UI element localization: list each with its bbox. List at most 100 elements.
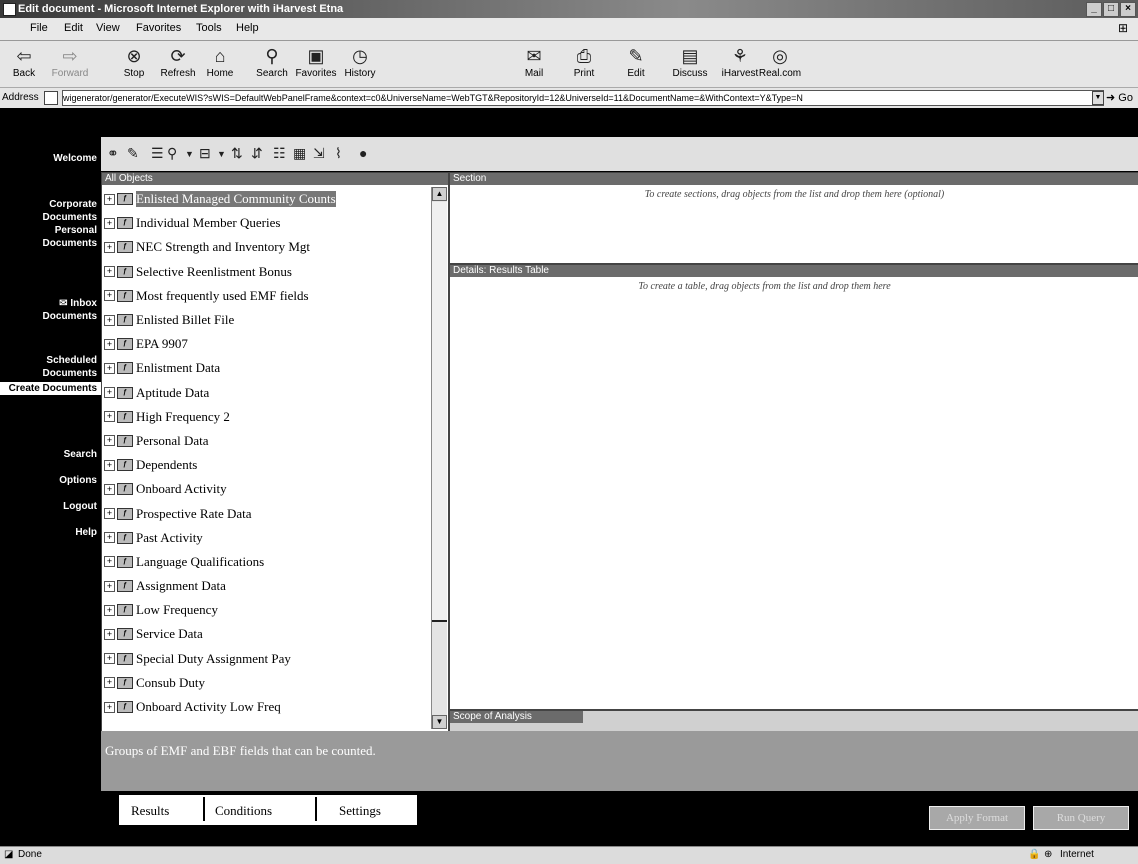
expand-icon[interactable]: + [104,580,115,592]
expand-icon[interactable]: + [104,628,115,640]
pencil-icon[interactable]: ✎ [127,145,139,162]
section-panel[interactable]: Section To create sections, drag objects… [449,172,1138,264]
object-class-item[interactable]: + ƒ Enlisted Managed Community Counts [104,187,424,211]
expand-icon[interactable]: + [104,241,115,253]
object-class-item[interactable]: + ƒ Enlistment Data [104,356,424,380]
object-class-item[interactable]: + ƒ Most frequently used EMF fields [104,284,424,308]
expand-icon[interactable]: + [104,459,115,471]
search-button[interactable]: ⚲ Search [250,44,294,80]
objects-scrollbar[interactable]: ▲ ▼ [431,187,447,729]
object-class-item[interactable]: + ƒ Onboard Activity [104,477,424,501]
object-class-item[interactable]: + ƒ Dependents [104,453,424,477]
break-icon[interactable]: ⌇ [335,145,342,162]
nav-welcome[interactable]: Welcome [53,152,97,165]
nav-create-documents[interactable]: Create Documents [0,382,101,395]
zoom-icon[interactable]: ⚲ [167,145,177,162]
object-class-item[interactable]: + ƒ High Frequency 2 [104,405,424,429]
dropdown-icon[interactable]: ▼ [185,149,194,159]
nav-logout[interactable]: Logout [63,500,97,513]
nav-search[interactable]: Search [64,448,97,461]
nav-help[interactable]: Help [75,526,97,539]
stop-button[interactable]: ⊗ Stop [112,44,156,80]
expand-icon[interactable]: + [104,483,115,495]
expand-icon[interactable]: + [104,338,115,350]
menu-help[interactable]: Help [236,22,259,34]
object-icon[interactable]: ⚭ [107,145,119,162]
menu-view[interactable]: View [96,22,120,34]
scope-panel[interactable]: Scope of Analysis [449,710,1138,732]
sort-ascending-icon[interactable]: ⇅ [231,145,243,162]
tab-conditions[interactable]: Conditions [215,803,272,819]
expand-icon[interactable]: + [104,556,115,568]
home-button[interactable]: ⌂ Home [198,44,242,80]
close-icon[interactable]: × [1120,2,1136,17]
expand-icon[interactable]: + [104,362,115,374]
expand-icon[interactable]: + [104,217,115,229]
maximize-icon[interactable]: □ [1103,2,1119,17]
address-input[interactable]: wigenerator/generator/ExecuteWIS?sWIS=De… [62,90,1104,106]
expand-icon[interactable]: + [104,193,115,205]
object-class-item[interactable]: + ƒ Special Duty Assignment Pay [104,647,424,671]
expand-icon[interactable]: + [104,387,115,399]
edit-button[interactable]: ✎ Edit [614,44,658,80]
filter-icon[interactable]: ☷ [273,145,286,162]
expand-icon[interactable]: + [104,508,115,520]
object-class-item[interactable]: + ƒ Language Qualifications [104,550,424,574]
drill-icon[interactable]: ⇲ [313,145,325,162]
address-dropdown-icon[interactable]: ▼ [1092,91,1104,105]
object-class-item[interactable]: + ƒ Individual Member Queries [104,211,424,235]
scroll-down-icon[interactable]: ▼ [432,715,447,729]
format-icon[interactable]: ☰ [151,145,164,162]
object-class-item[interactable]: + ƒ Past Activity [104,526,424,550]
favorites-button[interactable]: ▣ Favorites [294,44,338,80]
expand-icon[interactable]: + [104,435,115,447]
refresh-button[interactable]: ⟳ Refresh [156,44,200,80]
menu-favorites[interactable]: Favorites [136,22,181,34]
expand-icon[interactable]: + [104,653,115,665]
object-class-item[interactable]: + ƒ Prospective Rate Data [104,501,424,525]
iharvest-button[interactable]: ⚘ iHarvest [718,44,762,80]
expand-icon[interactable]: + [104,266,115,278]
object-class-item[interactable]: + ƒ Enlisted Billet File [104,308,424,332]
nav-inbox-documents[interactable]: ✉ Inbox Documents [7,297,97,323]
object-class-item[interactable]: + ƒ EPA 9907 [104,332,424,356]
nav-options[interactable]: Options [59,474,97,487]
chart-icon[interactable]: ▦ [293,145,306,162]
discuss-button[interactable]: ▤ Discuss [668,44,712,80]
sort-descending-icon[interactable]: ⇵ [251,145,263,162]
nav-scheduled-documents[interactable]: Scheduled Documents [7,354,97,380]
ie-app-icon[interactable] [3,3,16,16]
tab-settings[interactable]: Settings [339,803,381,819]
menu-edit[interactable]: Edit [64,22,83,34]
nav-personal-documents[interactable]: Personal Documents [7,224,97,250]
scroll-thumb[interactable] [432,202,447,622]
object-class-item[interactable]: + ƒ NEC Strength and Inventory Mgt [104,235,424,259]
object-class-item[interactable]: + ƒ Personal Data [104,429,424,453]
dropdown-icon[interactable]: ▼ [217,149,226,159]
table-icon[interactable]: ⊟ [199,145,211,162]
results-table-panel[interactable]: Details: Results Table To create a table… [449,264,1138,710]
minimize-icon[interactable]: _ [1086,2,1102,17]
print-button[interactable]: ⎙ Print [562,44,606,80]
circle-icon[interactable]: ● [359,145,367,161]
tab-results[interactable]: Results [131,803,169,819]
realcom-button[interactable]: ◎ Real.com [758,44,802,80]
object-class-item[interactable]: + ƒ Assignment Data [104,574,424,598]
object-class-item[interactable]: + ƒ Consub Duty [104,671,424,695]
apply-format-button[interactable]: Apply Format [929,806,1025,830]
history-button[interactable]: ◷ History [338,44,382,80]
run-query-button[interactable]: Run Query [1033,806,1129,830]
object-class-item[interactable]: + ƒ Service Data [104,622,424,646]
menu-file[interactable]: File [30,22,48,34]
object-class-item[interactable]: + ƒ Onboard Activity Low Freq [104,695,424,719]
object-class-item[interactable]: + ƒ Low Frequency [104,598,424,622]
expand-icon[interactable]: + [104,604,115,616]
forward-button[interactable]: ⇨ Forward [48,44,92,80]
expand-icon[interactable]: + [104,290,115,302]
expand-icon[interactable]: + [104,677,115,689]
nav-corporate-documents[interactable]: Corporate Documents [7,198,97,224]
object-class-item[interactable]: + ƒ Aptitude Data [104,381,424,405]
scroll-up-icon[interactable]: ▲ [432,187,447,201]
go-button[interactable]: ➜ Go [1106,91,1133,104]
expand-icon[interactable]: + [104,411,115,423]
